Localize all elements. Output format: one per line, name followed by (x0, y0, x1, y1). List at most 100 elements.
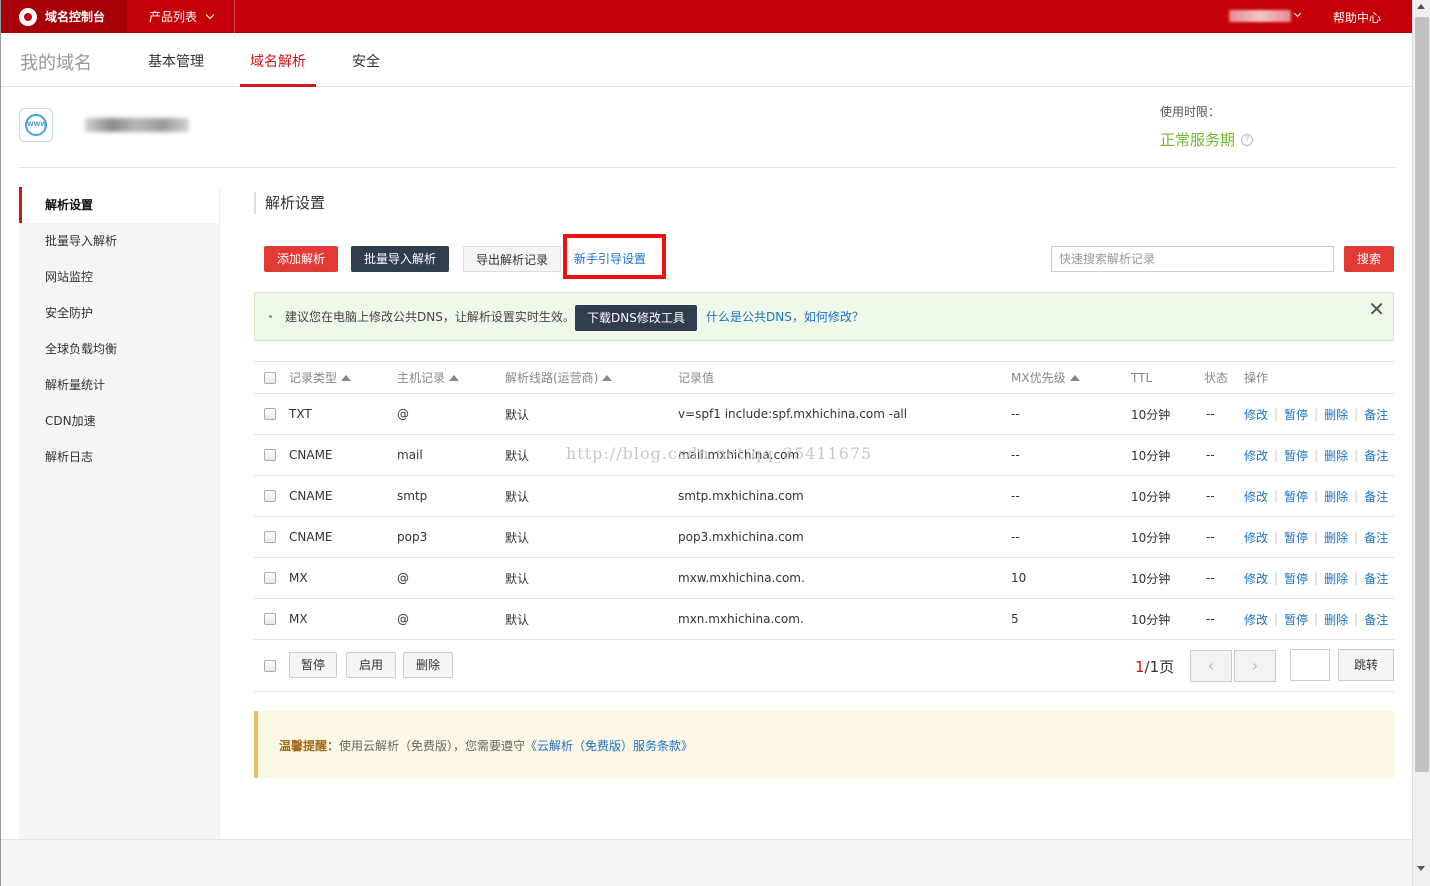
my-domain-title[interactable]: 我的域名 (20, 49, 92, 75)
header-line[interactable]: 解析线路(运营商) (505, 362, 613, 393)
edit-link[interactable]: 修改 (1244, 570, 1268, 587)
sort-asc-icon (1069, 374, 1080, 381)
sidebar-item-security[interactable]: 安全防护 (19, 295, 219, 331)
edit-link[interactable]: 修改 (1244, 611, 1268, 628)
edit-link[interactable]: 修改 (1244, 447, 1268, 464)
delete-link[interactable]: 删除 (1324, 406, 1348, 423)
cell-line: 默认 (505, 407, 530, 422)
pause-link[interactable]: 暂停 (1284, 406, 1308, 423)
header-mx-priority[interactable]: MX优先级 (1011, 362, 1080, 393)
row-checkbox[interactable] (264, 408, 276, 420)
cell-ttl: 10分钟 (1131, 448, 1171, 463)
cell-value: v=spf1 include:spf.mxhichina.com -all (678, 407, 908, 421)
header-host[interactable]: 主机记录 (397, 362, 460, 393)
sidebar-item-cdn[interactable]: CDN加速 (19, 403, 219, 439)
row-checkbox[interactable] (264, 490, 276, 502)
cell-ttl: 10分钟 (1131, 612, 1171, 627)
cell-ttl: 10分钟 (1131, 407, 1171, 422)
sidebar-item-batch-import[interactable]: 批量导入解析 (19, 223, 219, 259)
add-record-button[interactable]: 添加解析 (264, 246, 338, 272)
sidebar-item-site-monitor[interactable]: 网站监控 (19, 259, 219, 295)
header-ttl: TTL (1131, 370, 1153, 385)
batch-delete-button[interactable]: 删除 (403, 652, 453, 678)
cell-mx: 10 (1011, 571, 1027, 585)
cell-line: 默认 (505, 571, 530, 586)
cell-mx: -- (1011, 407, 1020, 421)
delete-link[interactable]: 删除 (1324, 529, 1348, 546)
pause-link[interactable]: 暂停 (1284, 570, 1308, 587)
divider (19, 167, 1395, 168)
close-icon[interactable]: ✕ (1368, 297, 1385, 321)
tab-basic-management[interactable]: 基本管理 (148, 51, 204, 71)
download-dns-tool-button[interactable]: 下载DNS修改工具 (575, 305, 697, 331)
www-globe-icon: WWW (25, 114, 47, 136)
row-checkbox[interactable] (264, 531, 276, 543)
user-account-blurred[interactable] (1229, 10, 1291, 22)
scroll-thumb[interactable] (1415, 17, 1429, 772)
export-records-button[interactable]: 导出解析记录 (463, 246, 561, 272)
jump-page-button[interactable]: 跳转 (1338, 649, 1394, 681)
help-center-link[interactable]: 帮助中心 (1333, 9, 1381, 26)
top-bar: 域名控制台 产品列表 帮助中心 (1, 0, 1413, 33)
search-input[interactable]: 快速搜索解析记录 (1051, 246, 1334, 272)
pause-link[interactable]: 暂停 (1284, 447, 1308, 464)
dns-records-table: 记录类型 主机记录 解析线路(运营商) 记录值 MX优先级 TTL 状态 操作 … (254, 361, 1394, 640)
cell-type: TXT (289, 407, 312, 421)
cell-type: CNAME (289, 489, 333, 503)
active-tab-indicator (240, 84, 316, 87)
tab-dns-resolution[interactable]: 域名解析 (250, 51, 306, 71)
reminder-notice: 温馨提醒：使用云解析（免费版），您需要遵守《云解析（免费版）服务条款》 (254, 711, 1394, 778)
cell-host: @ (397, 571, 409, 585)
note-link[interactable]: 备注 (1364, 447, 1388, 464)
select-all-checkbox[interactable] (264, 659, 276, 672)
edit-link[interactable]: 修改 (1244, 529, 1268, 546)
sidebar-item-logs[interactable]: 解析日志 (19, 439, 219, 475)
select-all-checkbox[interactable] (264, 371, 276, 384)
batch-enable-button[interactable]: 启用 (346, 652, 396, 678)
cell-value: mxw.mxhichina.com. (678, 571, 805, 585)
chevron-down-icon[interactable] (1293, 9, 1302, 18)
console-logo[interactable]: 域名控制台 (1, 0, 127, 33)
cell-line: 默认 (505, 448, 530, 463)
prev-page-button[interactable]: ‹ (1190, 650, 1232, 682)
page-number-input[interactable] (1290, 649, 1330, 681)
row-checkbox[interactable] (264, 572, 276, 584)
edit-link[interactable]: 修改 (1244, 488, 1268, 505)
delete-link[interactable]: 删除 (1324, 447, 1348, 464)
search-button[interactable]: 搜索 (1344, 246, 1394, 272)
pause-link[interactable]: 暂停 (1284, 529, 1308, 546)
sidebar-item-dns-settings[interactable]: 解析设置 (19, 187, 219, 223)
sidebar-item-statistics[interactable]: 解析量统计 (19, 367, 219, 403)
edit-link[interactable]: 修改 (1244, 406, 1268, 423)
scroll-up-arrow-icon[interactable] (1417, 4, 1425, 9)
row-checkbox[interactable] (264, 449, 276, 461)
vertical-scrollbar[interactable] (1412, 0, 1430, 886)
page-title: 解析设置 (254, 192, 325, 214)
header-record-type[interactable]: 记录类型 (289, 362, 352, 393)
batch-pause-button[interactable]: 暂停 (289, 652, 337, 678)
note-link[interactable]: 备注 (1364, 529, 1388, 546)
batch-import-button[interactable]: 批量导入解析 (351, 246, 449, 272)
delete-link[interactable]: 删除 (1324, 611, 1348, 628)
note-link[interactable]: 备注 (1364, 488, 1388, 505)
note-link[interactable]: 备注 (1364, 406, 1388, 423)
tab-security[interactable]: 安全 (352, 51, 380, 71)
pause-link[interactable]: 暂停 (1284, 488, 1308, 505)
delete-link[interactable]: 删除 (1324, 488, 1348, 505)
next-page-button[interactable]: › (1234, 650, 1276, 682)
question-icon[interactable]: ? (1241, 133, 1254, 146)
terms-link[interactable]: 《云解析（免费版）服务条款》 (525, 739, 693, 753)
delete-link[interactable]: 删除 (1324, 570, 1348, 587)
note-link[interactable]: 备注 (1364, 570, 1388, 587)
note-link[interactable]: 备注 (1364, 611, 1388, 628)
product-list-menu[interactable]: 产品列表 (127, 0, 235, 33)
sidebar-item-load-balance[interactable]: 全球负载均衡 (19, 331, 219, 367)
pause-link[interactable]: 暂停 (1284, 611, 1308, 628)
scroll-down-arrow-icon[interactable] (1417, 866, 1425, 871)
service-period: 使用时限： 正常服务期 ? (1160, 103, 1254, 150)
row-checkbox[interactable] (264, 613, 276, 625)
public-dns-help-link[interactable]: 什么是公共DNS，如何修改？ (706, 308, 864, 325)
header-status: 状态 (1204, 371, 1229, 385)
cell-type: CNAME (289, 530, 333, 544)
guide-settings-link[interactable]: 新手引导设置 (574, 250, 646, 267)
